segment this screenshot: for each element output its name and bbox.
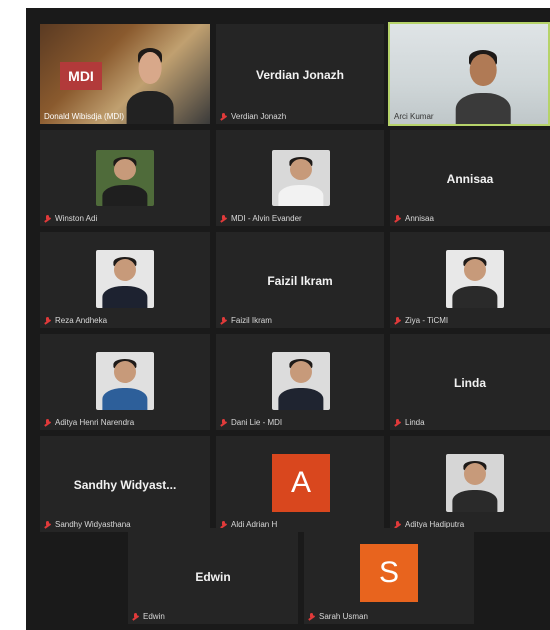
mic-muted-icon (220, 316, 227, 325)
participant-name-card: Sandhy Widyast... (73, 478, 177, 493)
participant-name-label: Sarah Usman (308, 612, 368, 621)
participant-name-label: Arci Kumar (394, 112, 434, 121)
participant-name-card: Verdian Jonazh (255, 68, 345, 82)
participant-tile[interactable]: S Sarah Usman (304, 528, 474, 624)
participant-tile[interactable]: Verdian Jonazh Verdian Jonazh (216, 24, 384, 124)
participant-name-label: Ziya - TiCMI (394, 316, 448, 325)
participant-face (448, 40, 518, 124)
participant-name-card: Linda (454, 376, 486, 391)
participant-photo (272, 352, 330, 410)
mic-muted-icon (44, 214, 51, 223)
participant-photo (96, 352, 154, 410)
participant-name-label: Edwin (132, 612, 165, 621)
participant-tile[interactable]: Edwin Edwin (128, 528, 298, 624)
participant-face (120, 38, 180, 124)
participant-name-label: Verdian Jonazh (220, 112, 286, 121)
mic-muted-icon (220, 112, 227, 121)
participant-tile[interactable]: Annisaa Annisaa (390, 130, 550, 226)
participant-name-label: Aditya Henri Narendra (44, 418, 134, 427)
participant-name-label: Annisaa (394, 214, 434, 223)
participant-photo (96, 250, 154, 308)
mic-muted-icon (220, 214, 227, 223)
participant-name-label: Reza Andheka (44, 316, 107, 325)
participant-tile[interactable]: Ziya - TiCMI (390, 232, 550, 328)
participant-photo (446, 250, 504, 308)
participant-name-label: Winston Adi (44, 214, 97, 223)
participant-tile[interactable]: MDI - Alvin Evander (216, 130, 384, 226)
participant-tile[interactable]: Linda Linda (390, 334, 550, 430)
participant-name-label: Faizil Ikram (220, 316, 272, 325)
participant-tile[interactable]: Sandhy Widyast... Sandhy Widyasthana (40, 436, 210, 532)
participant-photo (272, 150, 330, 206)
participant-name-card: Edwin (195, 570, 231, 585)
participant-tile[interactable]: Aditya Henri Narendra (40, 334, 210, 430)
mic-muted-icon (132, 612, 139, 621)
participant-photo (446, 454, 504, 512)
mic-muted-icon (44, 418, 51, 427)
mic-muted-icon (394, 418, 401, 427)
mic-muted-icon (44, 316, 51, 325)
participant-tile[interactable]: Reza Andheka (40, 232, 210, 328)
participant-name-label: Donald Wibisdja (MDI) (44, 112, 125, 121)
participant-tile[interactable]: A Aldi Adrian H (216, 436, 384, 532)
participant-tile[interactable]: Dani Lie - MDI (216, 334, 384, 430)
participant-tile[interactable]: MDI Donald Wibisdja (MDI) (40, 24, 210, 124)
zoom-gallery-view: MDI Donald Wibisdja (MDI) Verdian Jonazh… (26, 8, 550, 630)
participant-tile[interactable]: Aditya Hadiputra (390, 436, 550, 532)
participant-avatar: A (272, 454, 330, 512)
participant-name-card: Annisaa (446, 172, 494, 187)
mic-muted-icon (394, 214, 401, 223)
participant-name-card: Faizil Ikram (267, 274, 333, 289)
participant-photo (96, 150, 154, 206)
mic-muted-icon (44, 520, 51, 529)
participant-avatar: S (360, 544, 418, 602)
participant-name-label: Sandhy Widyasthana (44, 520, 131, 529)
mdi-logo: MDI (60, 62, 102, 90)
mic-muted-icon (220, 418, 227, 427)
participant-name-label: MDI - Alvin Evander (220, 214, 302, 223)
participant-tile[interactable]: Faizil Ikram Faizil Ikram (216, 232, 384, 328)
participant-tile[interactable]: Winston Adi (40, 130, 210, 226)
participant-name-label: Linda (394, 418, 425, 427)
active-speaker-tile[interactable]: Arci Kumar (388, 22, 550, 126)
mic-muted-icon (394, 316, 401, 325)
participant-name-label: Dani Lie - MDI (220, 418, 282, 427)
mic-muted-icon (308, 612, 315, 621)
